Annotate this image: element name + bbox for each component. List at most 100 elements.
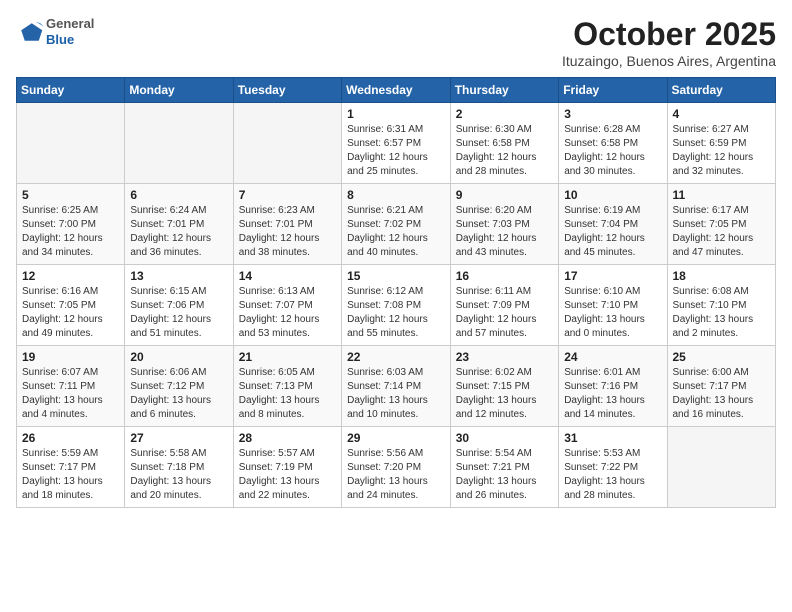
page-header: General Blue October 2025 Ituzaingo, Bue… xyxy=(16,16,776,69)
calendar-cell: 16 Sunrise: 6:11 AM Sunset: 7:09 PM Dayl… xyxy=(450,265,558,346)
calendar-cell: 9 Sunrise: 6:20 AM Sunset: 7:03 PM Dayli… xyxy=(450,184,558,265)
daylight: Daylight: 12 hours and 53 minutes. xyxy=(239,314,320,339)
day-info: Sunrise: 6:10 AM Sunset: 7:10 PM Dayligh… xyxy=(564,285,661,341)
calendar-week-row: 19 Sunrise: 6:07 AM Sunset: 7:11 PM Dayl… xyxy=(17,346,776,427)
daylight: Daylight: 12 hours and 32 minutes. xyxy=(673,152,754,177)
day-info: Sunrise: 6:21 AM Sunset: 7:02 PM Dayligh… xyxy=(347,204,445,260)
calendar-cell xyxy=(667,427,776,508)
sunrise: Sunrise: 6:20 AM xyxy=(456,205,532,216)
sunrise: Sunrise: 6:17 AM xyxy=(673,205,749,216)
sunset: Sunset: 6:59 PM xyxy=(673,138,747,149)
day-number: 12 xyxy=(22,269,119,283)
calendar-cell xyxy=(233,103,341,184)
day-info: Sunrise: 6:08 AM Sunset: 7:10 PM Dayligh… xyxy=(673,285,771,341)
sunset: Sunset: 7:21 PM xyxy=(456,462,530,473)
logo: General Blue xyxy=(16,16,94,47)
sunrise: Sunrise: 6:16 AM xyxy=(22,286,98,297)
day-number: 1 xyxy=(347,107,445,121)
day-info: Sunrise: 6:07 AM Sunset: 7:11 PM Dayligh… xyxy=(22,366,119,422)
calendar-cell: 14 Sunrise: 6:13 AM Sunset: 7:07 PM Dayl… xyxy=(233,265,341,346)
daylight: Daylight: 13 hours and 24 minutes. xyxy=(347,476,428,501)
day-number: 13 xyxy=(130,269,227,283)
day-info: Sunrise: 5:58 AM Sunset: 7:18 PM Dayligh… xyxy=(130,447,227,503)
sunrise: Sunrise: 6:07 AM xyxy=(22,367,98,378)
daylight: Daylight: 13 hours and 18 minutes. xyxy=(22,476,103,501)
calendar-cell: 12 Sunrise: 6:16 AM Sunset: 7:05 PM Dayl… xyxy=(17,265,125,346)
day-number: 31 xyxy=(564,431,661,445)
sunrise: Sunrise: 6:10 AM xyxy=(564,286,640,297)
sunrise: Sunrise: 6:01 AM xyxy=(564,367,640,378)
day-number: 20 xyxy=(130,350,227,364)
calendar-cell: 4 Sunrise: 6:27 AM Sunset: 6:59 PM Dayli… xyxy=(667,103,776,184)
sunrise: Sunrise: 5:56 AM xyxy=(347,448,423,459)
calendar-cell: 26 Sunrise: 5:59 AM Sunset: 7:17 PM Dayl… xyxy=(17,427,125,508)
weekday-header: Thursday xyxy=(450,78,558,103)
daylight: Daylight: 13 hours and 8 minutes. xyxy=(239,395,320,420)
calendar-header-row: SundayMondayTuesdayWednesdayThursdayFrid… xyxy=(17,78,776,103)
sunrise: Sunrise: 5:54 AM xyxy=(456,448,532,459)
day-info: Sunrise: 6:25 AM Sunset: 7:00 PM Dayligh… xyxy=(22,204,119,260)
day-number: 27 xyxy=(130,431,227,445)
sunrise: Sunrise: 6:11 AM xyxy=(456,286,531,297)
calendar-cell: 6 Sunrise: 6:24 AM Sunset: 7:01 PM Dayli… xyxy=(125,184,233,265)
sunrise: Sunrise: 6:19 AM xyxy=(564,205,640,216)
day-info: Sunrise: 6:13 AM Sunset: 7:07 PM Dayligh… xyxy=(239,285,336,341)
sunset: Sunset: 7:06 PM xyxy=(130,300,204,311)
daylight: Daylight: 12 hours and 25 minutes. xyxy=(347,152,428,177)
day-info: Sunrise: 6:03 AM Sunset: 7:14 PM Dayligh… xyxy=(347,366,445,422)
sunrise: Sunrise: 6:27 AM xyxy=(673,124,749,135)
weekday-header: Monday xyxy=(125,78,233,103)
daylight: Daylight: 13 hours and 16 minutes. xyxy=(673,395,754,420)
daylight: Daylight: 12 hours and 57 minutes. xyxy=(456,314,537,339)
day-info: Sunrise: 6:30 AM Sunset: 6:58 PM Dayligh… xyxy=(456,123,553,179)
calendar-cell: 11 Sunrise: 6:17 AM Sunset: 7:05 PM Dayl… xyxy=(667,184,776,265)
sunrise: Sunrise: 6:31 AM xyxy=(347,124,423,135)
day-number: 8 xyxy=(347,188,445,202)
day-info: Sunrise: 6:19 AM Sunset: 7:04 PM Dayligh… xyxy=(564,204,661,260)
sunset: Sunset: 7:10 PM xyxy=(564,300,638,311)
day-info: Sunrise: 6:02 AM Sunset: 7:15 PM Dayligh… xyxy=(456,366,553,422)
daylight: Daylight: 13 hours and 10 minutes. xyxy=(347,395,428,420)
calendar-week-row: 1 Sunrise: 6:31 AM Sunset: 6:57 PM Dayli… xyxy=(17,103,776,184)
calendar-cell: 5 Sunrise: 6:25 AM Sunset: 7:00 PM Dayli… xyxy=(17,184,125,265)
daylight: Daylight: 12 hours and 47 minutes. xyxy=(673,233,754,258)
day-number: 11 xyxy=(673,188,771,202)
logo-blue: Blue xyxy=(46,32,94,48)
day-number: 19 xyxy=(22,350,119,364)
sunset: Sunset: 7:05 PM xyxy=(673,219,747,230)
day-number: 18 xyxy=(673,269,771,283)
sunset: Sunset: 7:16 PM xyxy=(564,381,638,392)
day-info: Sunrise: 6:01 AM Sunset: 7:16 PM Dayligh… xyxy=(564,366,661,422)
day-number: 17 xyxy=(564,269,661,283)
calendar-week-row: 12 Sunrise: 6:16 AM Sunset: 7:05 PM Dayl… xyxy=(17,265,776,346)
day-number: 14 xyxy=(239,269,336,283)
weekday-header: Friday xyxy=(559,78,667,103)
sunrise: Sunrise: 6:23 AM xyxy=(239,205,315,216)
calendar-cell: 19 Sunrise: 6:07 AM Sunset: 7:11 PM Dayl… xyxy=(17,346,125,427)
sunset: Sunset: 7:01 PM xyxy=(130,219,204,230)
sunrise: Sunrise: 5:53 AM xyxy=(564,448,640,459)
day-number: 6 xyxy=(130,188,227,202)
logo-general: General xyxy=(46,16,94,32)
daylight: Daylight: 13 hours and 0 minutes. xyxy=(564,314,645,339)
day-info: Sunrise: 6:27 AM Sunset: 6:59 PM Dayligh… xyxy=(673,123,771,179)
sunset: Sunset: 6:57 PM xyxy=(347,138,421,149)
daylight: Daylight: 13 hours and 4 minutes. xyxy=(22,395,103,420)
sunset: Sunset: 7:22 PM xyxy=(564,462,638,473)
sunset: Sunset: 7:09 PM xyxy=(456,300,530,311)
day-info: Sunrise: 6:28 AM Sunset: 6:58 PM Dayligh… xyxy=(564,123,661,179)
day-number: 30 xyxy=(456,431,553,445)
daylight: Daylight: 13 hours and 26 minutes. xyxy=(456,476,537,501)
calendar-cell: 29 Sunrise: 5:56 AM Sunset: 7:20 PM Dayl… xyxy=(342,427,451,508)
daylight: Daylight: 12 hours and 30 minutes. xyxy=(564,152,645,177)
sunset: Sunset: 7:17 PM xyxy=(22,462,96,473)
calendar-cell: 24 Sunrise: 6:01 AM Sunset: 7:16 PM Dayl… xyxy=(559,346,667,427)
logo-text: General Blue xyxy=(46,16,94,47)
weekday-header: Wednesday xyxy=(342,78,451,103)
day-info: Sunrise: 6:16 AM Sunset: 7:05 PM Dayligh… xyxy=(22,285,119,341)
calendar-cell: 28 Sunrise: 5:57 AM Sunset: 7:19 PM Dayl… xyxy=(233,427,341,508)
day-info: Sunrise: 6:06 AM Sunset: 7:12 PM Dayligh… xyxy=(130,366,227,422)
weekday-header: Tuesday xyxy=(233,78,341,103)
sunset: Sunset: 7:01 PM xyxy=(239,219,313,230)
calendar-cell: 8 Sunrise: 6:21 AM Sunset: 7:02 PM Dayli… xyxy=(342,184,451,265)
